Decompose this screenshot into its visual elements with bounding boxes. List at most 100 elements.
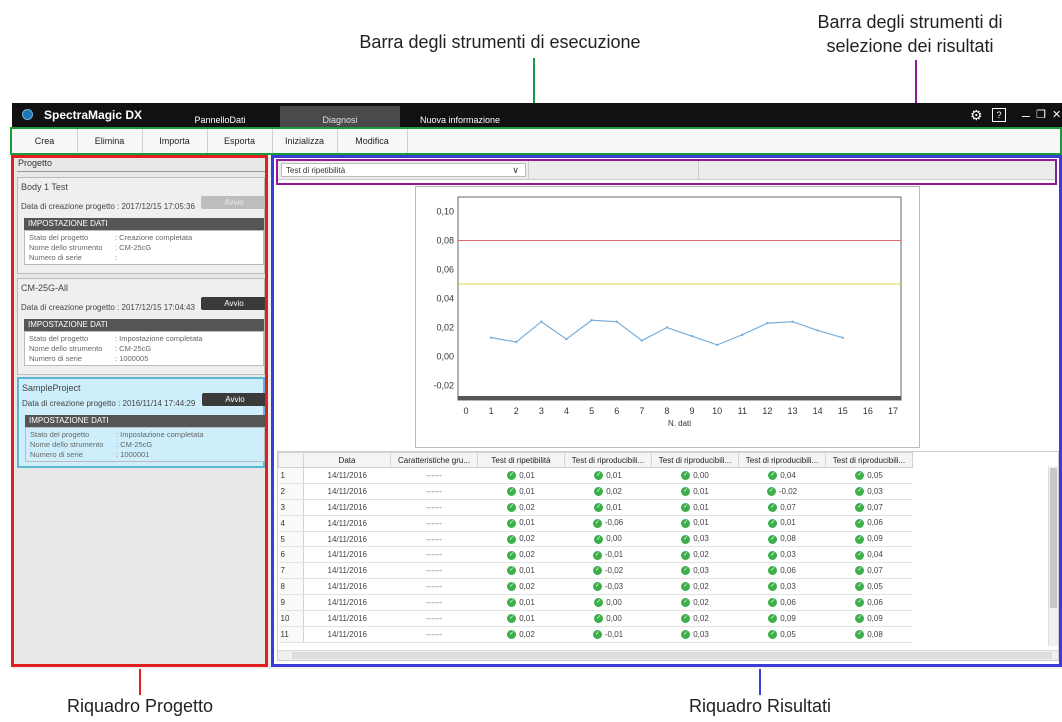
cell-text: 0,02 xyxy=(693,597,709,607)
cell-text: 14/11/2016 xyxy=(327,598,367,608)
inizializza-button[interactable]: Inizializza xyxy=(272,128,338,153)
check-icon: ✓ xyxy=(681,566,691,576)
cell-text: ------ xyxy=(426,470,442,480)
project-card[interactable]: Body 1 Test Data di creazione progetto :… xyxy=(17,177,267,274)
cell-text: 0,01 xyxy=(606,470,622,480)
elimina-button[interactable]: Elimina xyxy=(77,128,143,153)
project-card[interactable]: CM-25G-All Data di creazione progetto : … xyxy=(17,278,267,375)
modifica-button[interactable]: Modifica xyxy=(337,128,408,153)
date-cell: 14/11/2016 xyxy=(303,515,391,532)
column-header[interactable]: Test di riproducibili... xyxy=(651,452,739,468)
data-point xyxy=(791,320,794,323)
table-row[interactable]: 8 14/11/2016 ------ ✓ 0,02 ✓ -0,03 ✓ 0,02 ✓ 0,03 ✓ 0… xyxy=(278,578,913,596)
table-row[interactable]: 2 14/11/2016 ------ ✓ 0,01 ✓ 0,02 ✓ 0,01 ✓ -0,02 ✓ 0… xyxy=(278,483,913,500)
y-tick-label: -0,02 xyxy=(433,381,454,391)
test-select-dropdown[interactable]: Test di ripetibilità ∨ xyxy=(281,163,526,177)
avvio-button[interactable]: Avvio xyxy=(201,297,267,310)
table-row[interactable]: 11 14/11/2016 ------ ✓ 0,02 ✓ -0,01 ✓ 0,03 ✓ 0,05 ✓… xyxy=(278,626,913,643)
value-cell: ✓ 0,03 xyxy=(651,562,739,580)
x-tick-label: 10 xyxy=(712,406,722,416)
settings-icon[interactable]: ⚙ xyxy=(970,107,983,123)
cell-text: 0,03 xyxy=(867,486,883,496)
scroll-thumb[interactable] xyxy=(292,652,1052,659)
y-tick-label: 0,10 xyxy=(436,207,454,217)
column-header[interactable]: Test di riproducibili... xyxy=(564,452,652,468)
tab-diagnosi[interactable]: Diagnosi xyxy=(280,106,400,128)
table-header-row: Data Caratteristiche gru... Test di ripe… xyxy=(278,452,913,468)
vertical-scrollbar[interactable] xyxy=(1048,466,1058,646)
cell-text: 0,08 xyxy=(867,629,883,639)
table-row[interactable]: 6 14/11/2016 ------ ✓ 0,02 ✓ -0,01 ✓ 0,02 ✓ 0,03 ✓ 0… xyxy=(278,546,913,564)
cell-text: 0,02 xyxy=(519,581,535,591)
table-row[interactable]: 5 14/11/2016 ------ ✓ 0,02 ✓ 0,00 ✓ 0,03 ✓ 0,08 ✓ 0,… xyxy=(278,531,913,548)
table-row[interactable]: 4 14/11/2016 ------ ✓ 0,01 ✓ -0,06 ✓ 0,01 ✓ 0,01 ✓ 0… xyxy=(278,515,913,532)
tab-pannellodati[interactable]: PannelloDati xyxy=(160,106,280,128)
value-cell: ✓ 0,05 xyxy=(825,467,913,484)
scroll-thumb[interactable] xyxy=(1050,468,1057,608)
check-icon: ✓ xyxy=(507,598,517,608)
avvio-button[interactable]: Avvio xyxy=(202,393,268,406)
cell-text: 14/11/2016 xyxy=(327,486,367,496)
instrument-label: Nome dello strumento xyxy=(29,344,103,353)
instrument-label: Nome dello strumento xyxy=(29,243,103,252)
crea-button[interactable]: Crea xyxy=(12,128,78,153)
settings-header: IMPOSTAZIONE DATI xyxy=(25,415,265,427)
cell-text: 0,09 xyxy=(867,534,883,544)
table-row[interactable]: 3 14/11/2016 ------ ✓ 0,02 ✓ 0,01 ✓ 0,01 ✓ 0,07 ✓ 0,… xyxy=(278,499,913,516)
cell-text: 0,00 xyxy=(606,613,622,623)
check-icon: ✓ xyxy=(592,550,602,560)
date-cell: 14/11/2016 xyxy=(303,483,391,500)
cell-text: 0,08 xyxy=(780,534,796,544)
group-cell: ------ xyxy=(390,610,478,627)
check-icon: ✓ xyxy=(594,598,604,608)
table-row[interactable]: 7 14/11/2016 ------ ✓ 0,01 ✓ -0,02 ✓ 0,03 ✓ 0,06 ✓ 0… xyxy=(278,562,913,580)
table-row[interactable]: 9 14/11/2016 ------ ✓ 0,01 ✓ 0,00 ✓ 0,02 ✓ 0,06 ✓ 0,… xyxy=(278,594,913,612)
group-cell: ------ xyxy=(390,546,478,564)
cell-text: 0,01 xyxy=(693,518,709,528)
column-header[interactable]: Data xyxy=(303,452,391,468)
help-icon[interactable]: ? xyxy=(992,108,1006,122)
check-icon: ✓ xyxy=(766,487,776,497)
check-icon: ✓ xyxy=(768,582,778,592)
cell-text: 0,01 xyxy=(519,566,535,576)
restore-icon[interactable]: ❐ xyxy=(1036,107,1046,123)
data-point xyxy=(540,320,543,323)
check-icon: ✓ xyxy=(681,630,691,640)
value-cell: ✓ 0,09 xyxy=(738,610,826,627)
date-cell: 14/11/2016 xyxy=(303,610,391,627)
date-cell: 14/11/2016 xyxy=(303,626,391,643)
esporta-button[interactable]: Esporta xyxy=(207,128,273,153)
cell-text: 0,02 xyxy=(693,581,709,591)
avvio-button[interactable]: Avvio xyxy=(201,196,267,209)
x-tick-label: 12 xyxy=(762,406,772,416)
results-table: Data Caratteristiche gru... Test di ripe… xyxy=(277,451,1059,661)
importa-button[interactable]: Importa xyxy=(142,128,208,153)
cell-text: 0,00 xyxy=(606,597,622,607)
minimize-icon[interactable]: – xyxy=(1022,107,1030,123)
close-icon[interactable]: ✕ xyxy=(1052,107,1061,123)
cell-text: 14/11/2016 xyxy=(327,582,367,592)
app-window: SpectraMagic DX PannelloDati Diagnosi Nu… xyxy=(12,103,1062,669)
value-cell: ✓ -0,06 xyxy=(564,515,652,532)
column-header[interactable]: Caratteristiche gru... xyxy=(390,452,478,468)
column-header[interactable]: Test di riproducibili... xyxy=(738,452,826,468)
tab-nuova-informazione[interactable]: Nuova informazione xyxy=(400,106,520,128)
date-cell: 14/11/2016 xyxy=(303,594,391,612)
data-point xyxy=(515,340,518,344)
column-header[interactable]: Test di ripetibilità xyxy=(477,452,565,468)
row-number: 4 xyxy=(278,515,304,532)
table-row[interactable]: 1 14/11/2016 ------ ✓ 0,01 ✓ 0,01 ✓ 0,00 ✓ 0,04 ✓ 0,… xyxy=(278,467,913,484)
cell-text: 14/11/2016 xyxy=(327,613,367,623)
check-icon: ✓ xyxy=(594,502,604,512)
horizontal-scrollbar[interactable] xyxy=(278,650,1058,660)
check-icon: ✓ xyxy=(768,598,778,608)
cell-text: 0,00 xyxy=(693,470,709,480)
settings-body: Stato del progetto : Impostazione comple… xyxy=(24,331,264,366)
cell-text: 1 xyxy=(280,470,285,480)
value-cell: ✓ 0,01 xyxy=(477,562,565,580)
table-row[interactable]: 10 14/11/2016 ------ ✓ 0,01 ✓ 0,00 ✓ 0,02 ✓ 0,09 ✓ 0… xyxy=(278,610,913,627)
project-card-selected[interactable]: SampleProject Data di creazione progetto… xyxy=(17,377,268,468)
column-header[interactable]: Test di riproducibili... xyxy=(825,452,913,468)
value-cell: ✓ 0,02 xyxy=(651,546,739,564)
results-pane: Test di ripetibilità ∨ 0,10 0,08 0,06 0,04 0… xyxy=(274,157,1062,665)
